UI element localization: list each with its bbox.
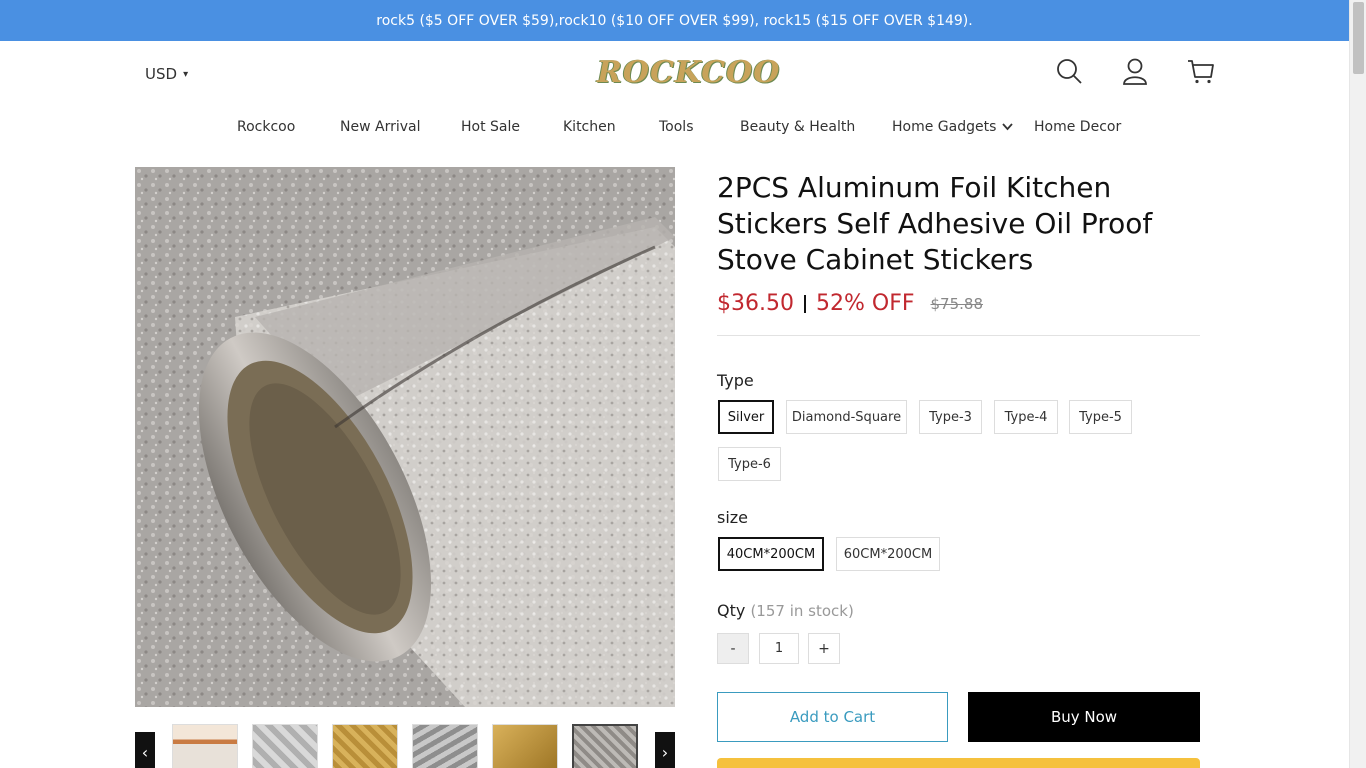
nav-item-beauty-health[interactable]: Beauty & Health	[740, 119, 855, 135]
nav-item-hot-sale[interactable]: Hot Sale	[461, 119, 520, 135]
search-icon[interactable]	[1055, 57, 1083, 85]
thumbnail-prev-button[interactable]: ‹	[135, 732, 155, 768]
add-to-cart-button[interactable]: Add to Cart	[717, 692, 948, 742]
discount-badge: 52% OFF	[815, 291, 915, 316]
chevron-down-icon: ▾	[183, 68, 189, 80]
user-icon[interactable]	[1121, 57, 1149, 85]
nav-item-home-gadgets-label: Home Gadgets	[892, 119, 997, 135]
nav-item-home-decor[interactable]: Home Decor	[1034, 119, 1121, 135]
nav-item-rockcoo[interactable]: Rockcoo	[237, 119, 295, 135]
sale-price: $36.50	[717, 291, 794, 316]
thumbnail-next-button[interactable]: ›	[655, 732, 675, 768]
qty-label: Qty (157 in stock)	[717, 601, 854, 620]
thumbnail-2[interactable]	[252, 724, 318, 768]
section-divider	[717, 335, 1200, 336]
nav-item-new-arrival[interactable]: New Arrival	[340, 119, 420, 135]
product-title: 2PCS Aluminum Foil Kitchen Stickers Self…	[717, 171, 1153, 276]
cart-icon[interactable]	[1187, 57, 1215, 85]
promo-banner: rock5 ($5 OFF OVER $59),rock10 ($10 OFF …	[0, 0, 1349, 41]
stock-count: (157 in stock)	[750, 602, 854, 620]
thumbnail-1[interactable]	[172, 724, 238, 768]
qty-input[interactable]	[759, 633, 799, 664]
promo-text: rock5 ($5 OFF OVER $59),rock10 ($10 OFF …	[376, 12, 973, 29]
main-nav: Rockcoo New Arrival Hot Sale Kitchen Too…	[0, 116, 1349, 140]
chevron-right-icon: ›	[661, 742, 669, 762]
type-label: Type	[717, 371, 754, 390]
type-option-type-6[interactable]: Type-6	[718, 447, 781, 481]
qty-increase-button[interactable]: +	[808, 633, 840, 664]
type-option-type-5[interactable]: Type-5	[1069, 400, 1132, 434]
size-option-40x200[interactable]: 40CM*200CM	[718, 537, 824, 571]
price-divider	[803, 294, 806, 313]
qty-label-text: Qty	[717, 601, 746, 620]
thumbnail-strip: ‹ ›	[135, 722, 675, 768]
nav-item-kitchen[interactable]: Kitchen	[563, 119, 616, 135]
paypal-button[interactable]	[717, 758, 1200, 768]
qty-decrease-button[interactable]: -	[717, 633, 749, 664]
size-option-60x200[interactable]: 60CM*200CM	[836, 537, 940, 571]
scrollbar-thumb[interactable]	[1353, 2, 1364, 74]
page-scrollbar[interactable]	[1349, 0, 1366, 768]
type-option-type-4[interactable]: Type-4	[994, 400, 1058, 434]
buy-now-button[interactable]: Buy Now	[968, 692, 1200, 742]
size-label: size	[717, 508, 749, 527]
chevron-down-icon	[1002, 119, 1014, 135]
thumbnail-6[interactable]	[572, 724, 638, 768]
nav-item-tools[interactable]: Tools	[659, 119, 694, 135]
type-option-type-3[interactable]: Type-3	[919, 400, 982, 434]
thumbnail-3[interactable]	[332, 724, 398, 768]
thumbnail-4[interactable]	[412, 724, 478, 768]
site-header: USD ▾ ROCKCOO	[0, 41, 1349, 103]
original-price: $75.88	[930, 294, 984, 313]
currency-selector[interactable]: USD ▾	[145, 65, 188, 83]
site-logo[interactable]: ROCKCOO	[597, 55, 780, 90]
thumbnail-5[interactable]	[492, 724, 558, 768]
currency-label: USD	[145, 65, 178, 83]
product-main-image[interactable]	[135, 167, 675, 707]
chevron-left-icon: ‹	[141, 742, 149, 762]
type-option-diamond-square[interactable]: Diamond-Square	[786, 400, 907, 434]
nav-item-home-gadgets[interactable]: Home Gadgets	[892, 119, 1014, 135]
price-row: $36.50 52% OFF $75.88	[717, 291, 983, 316]
type-option-silver[interactable]: Silver	[718, 400, 774, 434]
